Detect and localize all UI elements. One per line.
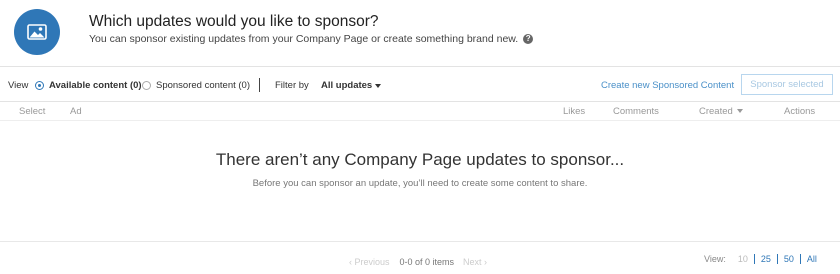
help-icon[interactable]: ? xyxy=(523,34,534,44)
next-page-button[interactable]: Next › xyxy=(463,257,487,267)
radio-checked-icon[interactable] xyxy=(35,81,44,90)
filter-value: All updates xyxy=(321,80,373,91)
pagination: ‹ Previous 0-0 of 0 items Next › xyxy=(349,257,487,267)
chevron-down-icon xyxy=(375,83,382,88)
page-size-25[interactable]: 25 xyxy=(753,254,777,264)
subtitle-text: You can sponsor existing updates from yo… xyxy=(89,33,519,45)
column-select: Select xyxy=(19,106,46,117)
page-subtitle: You can sponsor existing updates from yo… xyxy=(89,33,534,45)
radio-available-content[interactable]: Available content (0) xyxy=(35,80,142,91)
radio-sponsored-label: Sponsored content (0) xyxy=(156,80,251,91)
radio-available-label: Available content (0) xyxy=(49,80,142,91)
page-title: Which updates would you like to sponsor? xyxy=(89,13,379,30)
sort-down-icon xyxy=(736,109,743,114)
empty-state-subtitle: Before you can sponsor an update, you’ll… xyxy=(252,178,588,189)
page-size-10[interactable]: 10 xyxy=(732,254,754,264)
image-icon xyxy=(14,9,60,55)
toolbar-divider xyxy=(259,78,260,92)
column-created[interactable]: Created xyxy=(699,106,743,117)
page-size-label: View: xyxy=(704,254,726,264)
radio-sponsored-content[interactable]: Sponsored content (0) xyxy=(142,80,250,91)
view-label: View xyxy=(8,80,29,91)
column-actions: Actions xyxy=(784,106,816,117)
page-size-selector: View: 10 25 50 All xyxy=(704,254,823,264)
table-header: Select Ad Likes Comments Created Actions xyxy=(0,103,840,121)
radio-unchecked-icon[interactable] xyxy=(142,81,151,90)
previous-page-button[interactable]: ‹ Previous xyxy=(349,257,390,267)
page-size-50[interactable]: 50 xyxy=(776,254,800,264)
create-sponsored-content-link[interactable]: Create new Sponsored Content xyxy=(601,80,734,91)
empty-state-title: There aren’t any Company Page updates to… xyxy=(215,150,625,169)
column-likes[interactable]: Likes xyxy=(563,106,585,117)
page-header: Which updates would you like to sponsor?… xyxy=(0,0,840,67)
column-comments[interactable]: Comments xyxy=(613,106,659,117)
pagination-range: 0-0 of 0 items xyxy=(399,257,455,267)
column-ad: Ad xyxy=(70,106,82,117)
pagination-footer: ‹ Previous 0-0 of 0 items Next › View: 1… xyxy=(0,241,840,274)
filter-label: Filter by xyxy=(275,80,309,91)
filter-dropdown[interactable]: All updates xyxy=(321,80,382,91)
sponsor-selected-button[interactable]: Sponsor selected xyxy=(741,74,833,95)
toolbar: View Available content (0) Sponsored con… xyxy=(0,68,840,102)
column-created-label: Created xyxy=(699,106,733,117)
page-size-all[interactable]: All xyxy=(799,254,823,264)
